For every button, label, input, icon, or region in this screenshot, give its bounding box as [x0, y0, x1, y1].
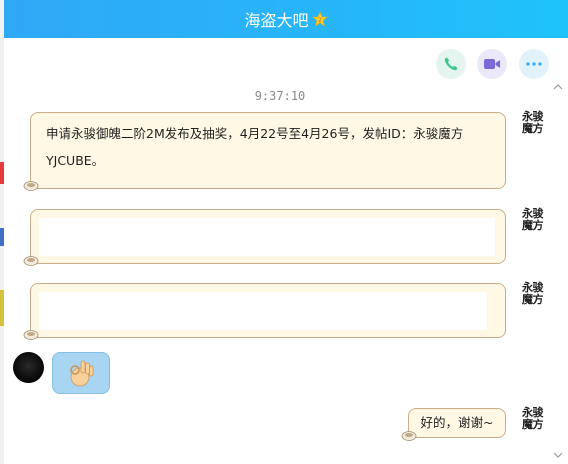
sender-avatar-name[interactable]: 永骏魔方: [522, 111, 552, 135]
star-badge-icon: 2: [311, 11, 328, 27]
title-bar[interactable]: 海盗大吧 2: [4, 0, 568, 38]
sender-avatar-name[interactable]: 永骏魔方: [522, 208, 552, 232]
background-window-fragment: [0, 290, 4, 326]
image-placeholder[interactable]: [39, 218, 495, 256]
phone-icon: [444, 57, 458, 71]
message-bubble[interactable]: 好的，谢谢~: [408, 408, 506, 438]
more-icon: [526, 62, 542, 66]
message-bubble[interactable]: [30, 283, 506, 338]
svg-text:2: 2: [318, 17, 322, 24]
background-window-fragment: [0, 228, 4, 246]
bubble-decoration-icon: [23, 181, 39, 191]
video-call-button[interactable]: [477, 49, 507, 79]
voice-call-button[interactable]: [436, 49, 466, 79]
message-text-line: 申请永骏御魄二阶2M发布及抽奖，4月22号至4月26号，发帖ID：永骏魔方: [46, 126, 464, 141]
sticker-bubble[interactable]: [52, 352, 110, 394]
message-text: 申请永骏御魄二阶2M发布及抽奖，4月22号至4月26号，发帖ID：永骏魔方 YJ…: [46, 120, 495, 174]
window-title: 海盗大吧: [244, 11, 309, 30]
bubble-decoration-icon: [23, 256, 39, 266]
ok-hand-sticker-icon: [70, 360, 94, 387]
message-bubble[interactable]: [30, 209, 506, 264]
sender-avatar-name[interactable]: 永骏魔方: [522, 282, 552, 306]
background-window-fragment: [0, 162, 4, 184]
video-icon: [484, 59, 500, 69]
scroll-down-icon[interactable]: [553, 451, 563, 459]
message-text-line: YJCUBE。: [46, 153, 105, 168]
scroll-up-icon[interactable]: [553, 83, 563, 91]
sender-avatar-name[interactable]: 永骏魔方: [522, 407, 552, 431]
bubble-decoration-icon: [401, 431, 417, 441]
message-timestamp: 9:37:10: [254, 89, 306, 103]
avatar[interactable]: [13, 352, 44, 383]
image-placeholder[interactable]: [39, 292, 487, 330]
message-bubble[interactable]: 申请永骏御魄二阶2M发布及抽奖，4月22号至4月26号，发帖ID：永骏魔方 YJ…: [30, 112, 506, 189]
more-options-button[interactable]: [519, 49, 549, 79]
bubble-decoration-icon: [23, 330, 39, 340]
